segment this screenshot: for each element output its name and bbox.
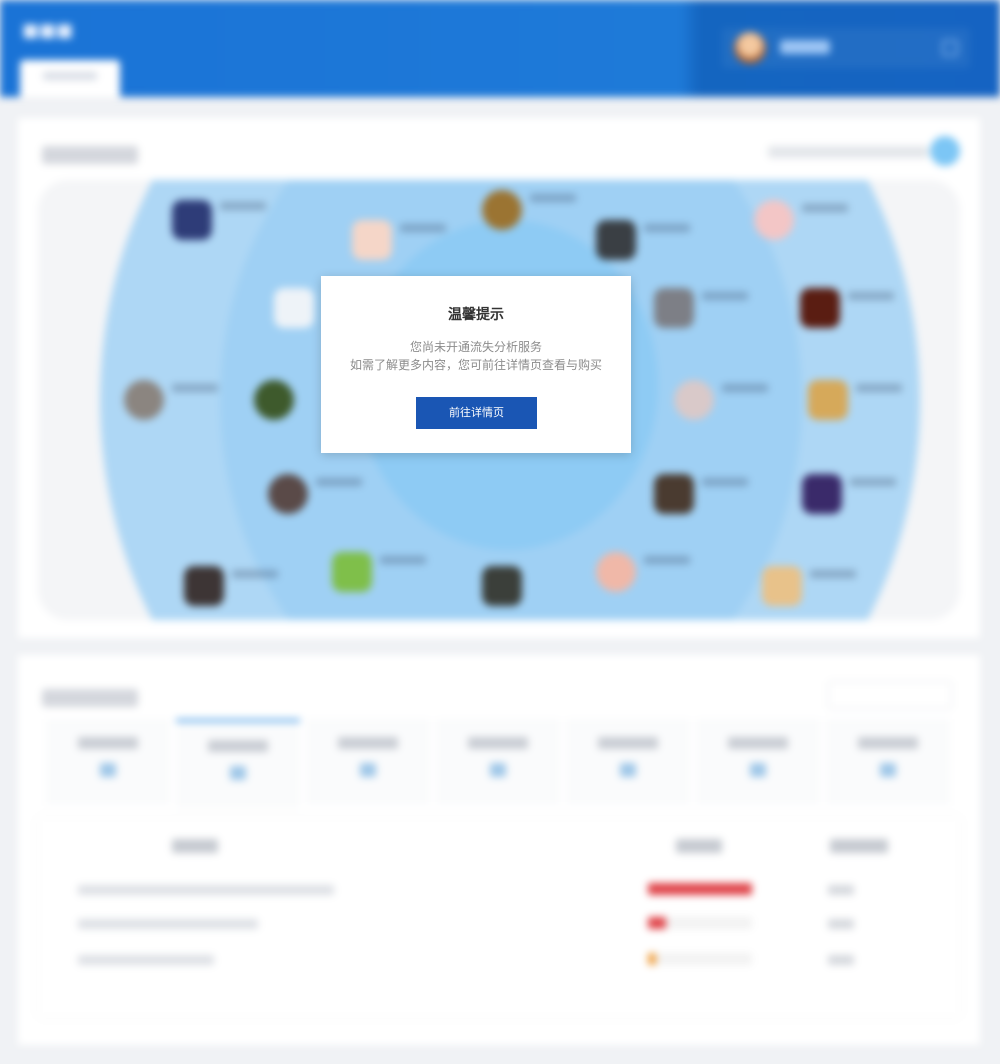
hint-text (768, 146, 928, 158)
user-menu[interactable] (722, 28, 970, 68)
app-icon[interactable] (332, 552, 372, 592)
app-icon[interactable] (762, 566, 802, 606)
stat-tab[interactable] (826, 719, 950, 805)
app-icon[interactable] (172, 200, 212, 240)
period-select[interactable] (828, 681, 952, 709)
app-icon[interactable] (482, 190, 522, 230)
table-row (78, 885, 334, 895)
stat-tab[interactable] (566, 719, 690, 805)
top-bar: ■■■ (0, 0, 1000, 97)
modal-message-line-2: 如需了解更多内容，您可前往详情页查看与购买 (349, 358, 602, 372)
user-name-placeholder (780, 40, 830, 54)
table-row (78, 919, 258, 929)
avatar (734, 32, 766, 64)
data-table (38, 817, 960, 1017)
service-notice-modal: 温馨提示 您尚未开通流失分析服务 如需了解更多内容，您可前往详情页查看与购买 前… (321, 276, 631, 453)
stat-tab[interactable] (696, 719, 820, 805)
app-icon[interactable] (654, 288, 694, 328)
app-icon[interactable] (124, 380, 164, 420)
churn-analysis-card (18, 655, 980, 1045)
stat-tab[interactable] (46, 719, 170, 805)
modal-message: 您尚未开通流失分析服务 如需了解更多内容，您可前往详情页查看与购买 (321, 338, 631, 374)
stat-tab[interactable] (306, 719, 430, 805)
active-tab[interactable] (20, 60, 120, 97)
app-icon[interactable] (268, 474, 308, 514)
app-icon[interactable] (808, 380, 848, 420)
app-icon[interactable] (352, 220, 392, 260)
modal-title: 温馨提示 (448, 307, 504, 323)
app-icon[interactable] (654, 474, 694, 514)
brand-logo: ■■■ (22, 20, 74, 41)
table-row (78, 955, 214, 965)
stat-tab[interactable] (176, 719, 300, 808)
app-icon[interactable] (596, 220, 636, 260)
app-icon[interactable] (674, 380, 714, 420)
section-title (42, 146, 138, 164)
chevron-down-icon (942, 40, 958, 56)
app-icon[interactable] (802, 474, 842, 514)
stat-tab[interactable] (436, 719, 560, 805)
blurred-background: ■■■ (0, 0, 1000, 1064)
app-icon[interactable] (254, 380, 294, 420)
section-title (42, 689, 138, 707)
app-icon[interactable] (184, 566, 224, 606)
app-icon[interactable] (754, 200, 794, 240)
app-icon[interactable] (482, 566, 522, 606)
app-icon[interactable] (596, 552, 636, 592)
modal-message-line-1: 您尚未开通流失分析服务 (409, 340, 542, 354)
app-icon[interactable] (800, 288, 840, 328)
help-icon[interactable] (930, 136, 960, 166)
go-to-details-button[interactable]: 前往详情页 (416, 397, 537, 429)
app-icon[interactable] (274, 288, 314, 328)
